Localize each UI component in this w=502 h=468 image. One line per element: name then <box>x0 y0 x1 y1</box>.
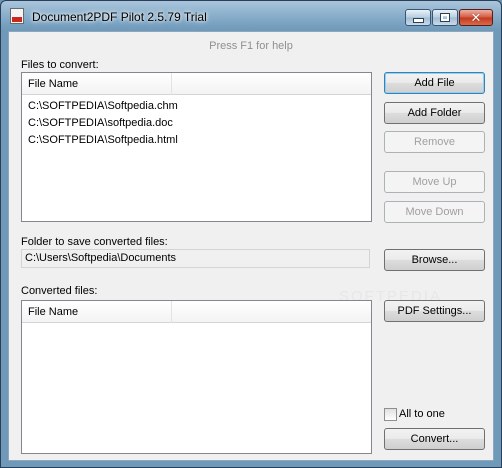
file-name-column-header[interactable]: File Name <box>22 301 172 323</box>
close-button[interactable]: ✕ <box>459 9 493 26</box>
title-bar[interactable]: Document2PDF Pilot 2.5.79 Trial ✕ <box>1 1 501 31</box>
pdf-settings-button[interactable]: PDF Settings... <box>384 300 485 322</box>
all-to-one-label[interactable]: All to one <box>399 408 445 420</box>
minimize-icon <box>412 18 424 23</box>
files-to-convert-label: Files to convert: <box>21 59 99 71</box>
move-down-button[interactable]: Move Down <box>384 201 485 223</box>
files-list-header: File Name <box>22 73 371 95</box>
all-to-one-checkbox[interactable] <box>384 408 397 421</box>
close-icon: ✕ <box>470 10 482 25</box>
add-file-button[interactable]: Add File <box>384 72 485 94</box>
converted-files-list[interactable]: File Name <box>21 300 372 454</box>
file-list-item[interactable]: C:\SOFTPEDIA\Softpedia.html <box>22 132 371 149</box>
dialog-client-area: SOFTPEDIA Press F1 for help Files to con… <box>8 31 494 461</box>
help-hint: Press F1 for help <box>209 40 293 52</box>
save-folder-path-field[interactable]: C:\Users\Softpedia\Documents <box>21 249 370 268</box>
minimize-button[interactable] <box>405 9 431 26</box>
save-folder-label: Folder to save converted files: <box>21 236 168 248</box>
file-list-item[interactable]: C:\SOFTPEDIA\Softpedia.chm <box>22 98 371 115</box>
convert-button[interactable]: Convert... <box>384 428 485 450</box>
browse-button[interactable]: Browse... <box>384 249 485 271</box>
file-name-column-header[interactable]: File Name <box>22 73 172 95</box>
app-window: Document2PDF Pilot 2.5.79 Trial ✕ SOFTPE… <box>0 0 502 468</box>
window-title: Document2PDF Pilot 2.5.79 Trial <box>32 10 207 24</box>
remove-button[interactable]: Remove <box>384 131 485 153</box>
files-to-convert-list[interactable]: File Name C:\SOFTPEDIA\Softpedia.chm C:\… <box>21 72 372 222</box>
file-list-item[interactable]: C:\SOFTPEDIA\softpedia.doc <box>22 115 371 132</box>
converted-list-header: File Name <box>22 301 371 323</box>
move-up-button[interactable]: Move Up <box>384 171 485 193</box>
converted-files-label: Converted files: <box>21 285 98 297</box>
maximize-icon <box>440 13 450 22</box>
app-pdf-icon <box>10 8 24 24</box>
maximize-button[interactable] <box>432 9 458 26</box>
add-folder-button[interactable]: Add Folder <box>384 102 485 124</box>
